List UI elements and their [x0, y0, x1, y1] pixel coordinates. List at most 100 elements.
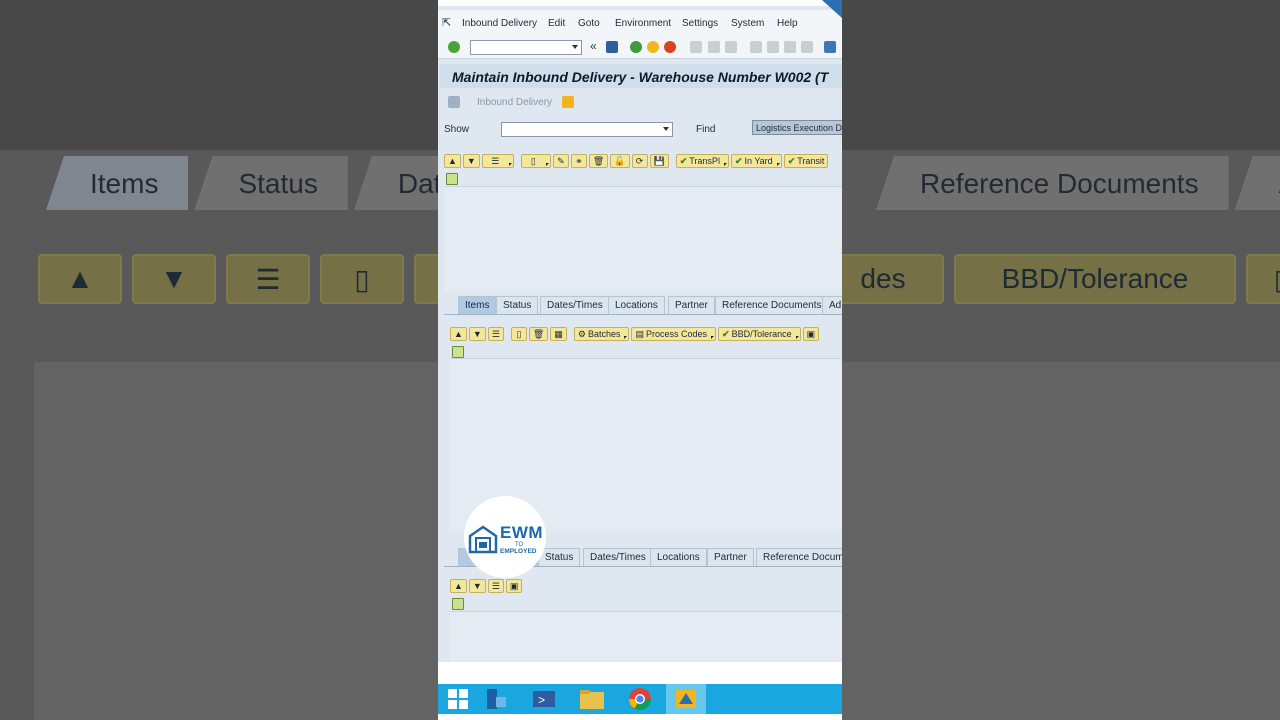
find-field[interactable]: Logistics Execution De — [752, 120, 842, 135]
logo-employed-text: EMPLOYED — [500, 548, 537, 555]
background-tab-items: Items — [46, 156, 189, 210]
menu-inbound-delivery[interactable]: Inbound Delivery — [462, 18, 537, 29]
background-down-icon: ▼ — [132, 254, 216, 304]
transit-button[interactable]: ✔ Transit — [783, 154, 829, 168]
save-toolbar-icon[interactable]: 💾 — [649, 154, 669, 168]
enter-icon[interactable] — [448, 41, 460, 53]
background-btn-other: ▣ — [1246, 254, 1280, 304]
tab-dates-times[interactable]: Dates/Times — [540, 296, 610, 314]
transit-check-icon: ✔ — [787, 155, 796, 166]
lower-tab-reference-documents[interactable]: Reference Documen — [756, 548, 842, 566]
lower-tab-dates-times[interactable]: Dates/Times — [583, 548, 653, 566]
standard-toolbar: « — [438, 36, 842, 59]
prev-page-icon[interactable] — [767, 41, 779, 53]
svg-text:>: > — [538, 694, 545, 708]
lower-list-icon[interactable] — [452, 598, 464, 610]
item-layout-icon[interactable]: ☰ — [487, 327, 504, 341]
next-page-icon[interactable] — [784, 41, 796, 53]
batches-button[interactable]: ⚙ Batches — [573, 327, 630, 341]
tab-locations[interactable]: Locations — [608, 296, 665, 314]
find-icon[interactable] — [708, 41, 720, 53]
back-icon[interactable] — [630, 41, 642, 53]
item-calc-icon[interactable]: ▦ — [550, 327, 567, 341]
item-delete-icon[interactable]: 🗑 — [528, 327, 549, 341]
cancel-icon[interactable] — [664, 41, 676, 53]
bbd-tolerance-button[interactable]: ✔ BBD/Tolerance — [718, 327, 801, 341]
lower-layout-icon[interactable]: ☰ — [487, 579, 504, 593]
move-down-icon[interactable]: ▼ — [462, 154, 480, 168]
transpl-button[interactable]: ✔ TransPl — [675, 154, 729, 168]
item-create-icon[interactable]: ▯ — [510, 327, 527, 341]
page-title: Maintain Inbound Delivery - Warehouse Nu… — [440, 64, 842, 88]
process-codes-icon: ▤ — [635, 328, 644, 339]
menu-environment[interactable]: Environment — [615, 18, 671, 29]
tab-more[interactable]: Ad — [822, 296, 842, 314]
link-icon[interactable]: ⚭ — [570, 154, 587, 168]
windows-start-icon[interactable] — [438, 684, 478, 714]
header-grid — [444, 186, 842, 292]
sap-logon-icon[interactable] — [666, 684, 706, 714]
tab-items[interactable]: Items — [458, 296, 497, 314]
items-list-icon[interactable] — [452, 346, 464, 358]
item-more-icon[interactable]: ▣ — [802, 327, 820, 341]
tab-reference-documents[interactable]: Reference Documents — [715, 296, 829, 314]
background-layout-icon: ☰ — [226, 254, 310, 304]
server-manager-icon[interactable] — [476, 684, 516, 714]
delete-icon[interactable]: 🗑 — [588, 154, 609, 168]
menu-help[interactable]: Help — [777, 18, 798, 29]
new-session-icon[interactable] — [824, 41, 836, 53]
menu-settings[interactable]: Settings — [682, 18, 718, 29]
exit-icon[interactable] — [647, 41, 659, 53]
background-tabstrip-right: Reference Documents Ad — [876, 156, 1280, 210]
tab-status[interactable]: Status — [496, 296, 539, 314]
bottom-strip — [438, 714, 842, 720]
background-page-icon: ▯ — [320, 254, 404, 304]
lock-icon[interactable]: 🔓 — [610, 154, 630, 168]
tab-partner[interactable]: Partner — [668, 296, 715, 314]
worklist-icon[interactable] — [562, 96, 574, 108]
background-toolbar-right: des BBD/Tolerance ▣ — [842, 254, 1280, 304]
ewm-logo: EWM TO EMPLOYED — [464, 496, 546, 578]
lower-down-icon[interactable]: ▼ — [468, 579, 486, 593]
transpl-check-icon: ✔ — [679, 155, 688, 166]
menu-edit[interactable]: Edit — [548, 18, 565, 29]
lower-more-icon[interactable]: ▣ — [505, 579, 523, 593]
save-icon[interactable] — [606, 41, 618, 53]
inbound-delivery-button[interactable]: Inbound Delivery — [477, 97, 552, 108]
menu-system[interactable]: System — [731, 18, 764, 29]
command-dropdown-icon[interactable] — [572, 45, 578, 49]
menu-goto[interactable]: Goto — [578, 18, 600, 29]
first-page-icon[interactable] — [750, 41, 762, 53]
find-next-icon[interactable] — [725, 41, 737, 53]
powershell-icon[interactable]: > — [524, 684, 564, 714]
items-tabline — [444, 314, 842, 315]
command-field[interactable] — [470, 40, 582, 55]
last-page-icon[interactable] — [801, 41, 813, 53]
menu-bar: ⇱ Inbound Delivery Edit Goto Environment… — [438, 0, 842, 36]
in-yard-button[interactable]: ✔ In Yard — [730, 154, 782, 168]
print-icon[interactable] — [690, 41, 702, 53]
menu-exit-icon[interactable]: ⇱ — [442, 16, 451, 29]
process-codes-button[interactable]: ▤ Process Codes — [631, 327, 717, 341]
create-icon[interactable]: ▯ — [520, 154, 551, 168]
collapse-icon[interactable]: « — [590, 39, 597, 53]
lower-tab-locations[interactable]: Locations — [650, 548, 707, 566]
process-codes-label: Process Codes — [646, 329, 708, 339]
show-select[interactable] — [501, 122, 673, 137]
edit-icon[interactable]: ✎ — [552, 154, 569, 168]
lower-tab-partner[interactable]: Partner — [707, 548, 754, 566]
item-down-icon[interactable]: ▼ — [468, 327, 486, 341]
header-list-icon[interactable] — [446, 173, 458, 185]
in-yard-label: In Yard — [744, 156, 773, 166]
move-up-icon[interactable]: ▲ — [444, 154, 461, 168]
show-dropdown-icon[interactable] — [663, 127, 669, 131]
lower-tab-status[interactable]: Status — [538, 548, 581, 566]
file-explorer-icon[interactable] — [572, 684, 612, 714]
item-up-icon[interactable]: ▲ — [450, 327, 467, 341]
chrome-icon[interactable] — [620, 684, 660, 714]
find-row: Show Find Logistics Execution De — [440, 118, 842, 140]
layout-icon[interactable]: ☰ — [481, 154, 514, 168]
refresh-icon[interactable]: ⟳ — [631, 154, 648, 168]
document-icon[interactable] — [448, 96, 460, 108]
lower-up-icon[interactable]: ▲ — [450, 579, 467, 593]
